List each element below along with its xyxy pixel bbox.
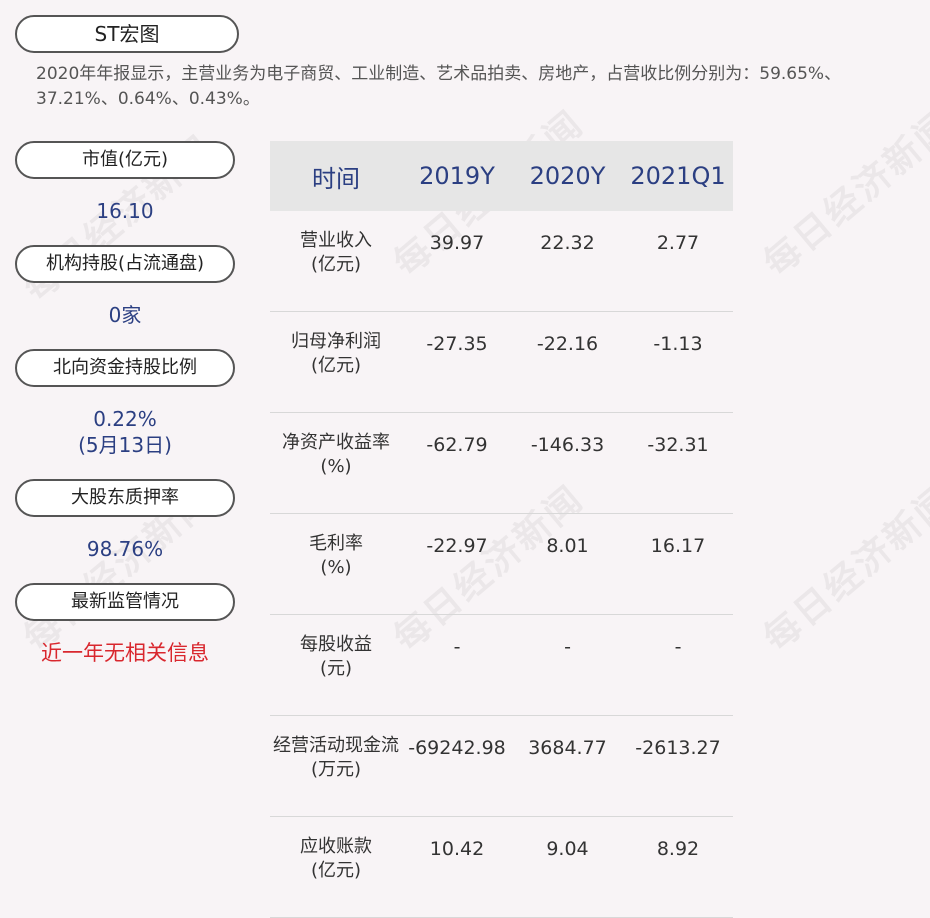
metric-cell: 营业收入 (亿元) [270, 211, 402, 312]
metric-unit: (万元) [310, 759, 362, 780]
value-cell: 16.17 [623, 513, 733, 615]
business-summary: 2020年年报显示，主营业务为电子商贸、工业制造、艺术品拍卖、房地产，占营收比例… [36, 64, 842, 109]
value-cell: -22.16 [512, 311, 623, 413]
financial-table: 时间 2019Y 2020Y 2021Q1 营业收入 (亿元) 39.97 22.… [270, 141, 733, 918]
value-cell: - [512, 614, 623, 716]
pledge-ratio-label: 大股东质押率 [15, 479, 235, 517]
table-row: 每股收益 (元) - - - [270, 614, 733, 716]
header-2021q1: 2021Q1 [623, 141, 733, 211]
header-2020y: 2020Y [512, 141, 623, 211]
table-row: 归母净利润 (亿元) -27.35 -22.16 -1.13 [270, 311, 733, 413]
value-cell: -2613.27 [623, 715, 733, 817]
value-cell: - [623, 614, 733, 716]
northbound-holding-value: 0.22% [93, 407, 157, 431]
metric-name: 营业收入 [300, 230, 372, 251]
value-cell: -32.31 [623, 412, 733, 514]
regulation-value: 近一年无相关信息 [41, 641, 209, 665]
watermark: 每日经济新闻 [756, 102, 930, 285]
metric-cell: 每股收益 (元) [270, 614, 402, 716]
northbound-holding-date: (5月13日) [78, 433, 172, 457]
value-cell: -1.13 [623, 311, 733, 413]
metric-unit: (%) [320, 456, 352, 477]
table-row: 毛利率 (%) -22.97 8.01 16.17 [270, 513, 733, 615]
stock-name: ST宏图 [15, 15, 239, 53]
table-row: 营业收入 (亿元) 39.97 22.32 2.77 [270, 211, 733, 312]
institution-holding-label: 机构持股(占流通盘) [15, 245, 235, 283]
pledge-ratio-value: 98.76% [86, 537, 164, 561]
value-cell: -22.97 [402, 513, 512, 615]
value-cell: -146.33 [512, 412, 623, 514]
metric-name: 毛利率 [309, 533, 363, 554]
market-cap-label: 市值(亿元) [15, 141, 235, 179]
table-header-row: 时间 2019Y 2020Y 2021Q1 [270, 141, 733, 211]
metric-cell: 归母净利润 (亿元) [270, 311, 402, 413]
institution-holding-value: 0家 [108, 303, 142, 327]
value-cell: 2.77 [623, 211, 733, 312]
metric-unit: (元) [319, 658, 353, 679]
metric-cell: 净资产收益率 (%) [270, 412, 402, 514]
value-cell: -27.35 [402, 311, 512, 413]
header-period: 时间 [270, 141, 402, 211]
northbound-holding-label: 北向资金持股比例 [15, 349, 235, 387]
table-row: 经营活动现金流 (万元) -69242.98 3684.77 -2613.27 [270, 715, 733, 817]
value-cell: 22.32 [512, 211, 623, 312]
metric-unit: (%) [320, 557, 352, 578]
value-cell: 39.97 [402, 211, 512, 312]
metric-name: 净资产收益率 [282, 432, 390, 453]
header-2019y: 2019Y [402, 141, 512, 211]
watermark: 每日经济新闻 [756, 477, 930, 660]
value-cell: - [402, 614, 512, 716]
metric-name: 应收账款 [300, 836, 372, 857]
metric-cell: 毛利率 (%) [270, 513, 402, 615]
metric-unit: (亿元) [310, 254, 362, 275]
metric-name: 归母净利润 [291, 331, 381, 352]
metric-cell: 应收账款 (亿元) [270, 816, 402, 918]
metric-unit: (亿元) [310, 860, 362, 881]
table-row: 应收账款 (亿元) 10.42 9.04 8.92 [270, 816, 733, 918]
value-cell: -69242.98 [402, 715, 512, 817]
value-cell: 9.04 [512, 816, 623, 918]
metric-name: 每股收益 [300, 634, 372, 655]
regulation-label: 最新监管情况 [15, 583, 235, 621]
metric-unit: (亿元) [310, 355, 362, 376]
table-row: 净资产收益率 (%) -62.79 -146.33 -32.31 [270, 412, 733, 514]
value-cell: 8.01 [512, 513, 623, 615]
value-cell: 10.42 [402, 816, 512, 918]
value-cell: -62.79 [402, 412, 512, 514]
metric-name: 经营活动现金流 [273, 735, 399, 756]
market-cap-value: 16.10 [96, 199, 154, 223]
metric-cell: 经营活动现金流 (万元) [270, 715, 402, 817]
value-cell: 3684.77 [512, 715, 623, 817]
value-cell: 8.92 [623, 816, 733, 918]
